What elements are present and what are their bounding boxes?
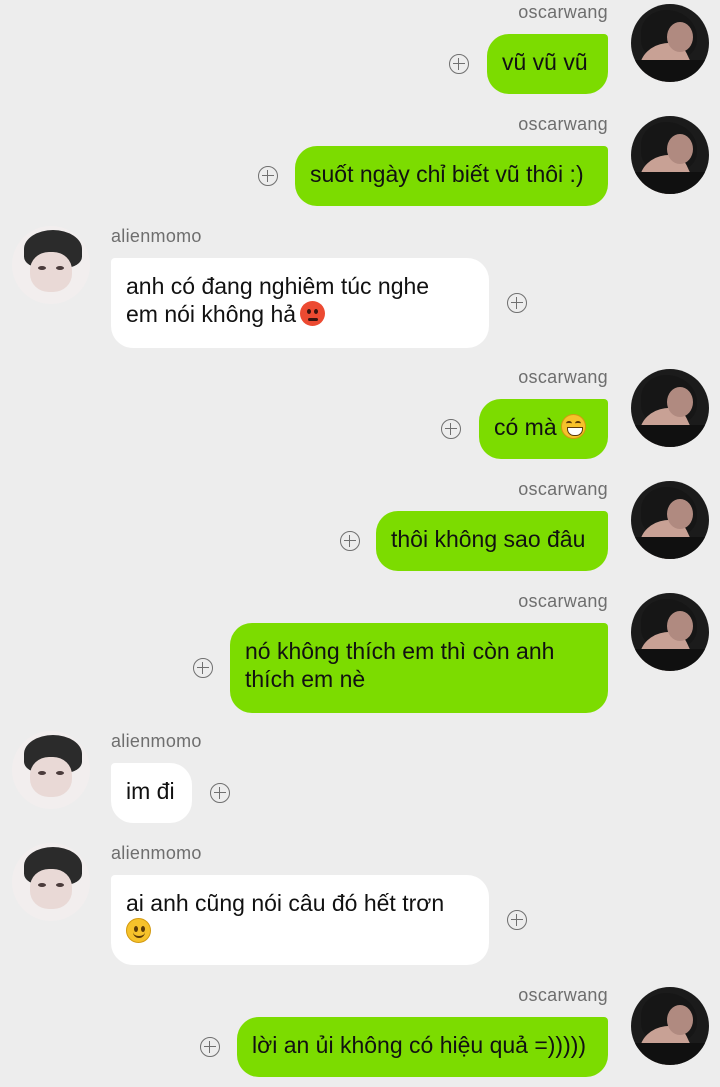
message-text: anh có đang nghiêm túc nghe: [126, 273, 430, 299]
message-text: nó không thích em thì còn anh: [245, 638, 555, 664]
sender-name: oscarwang: [518, 985, 608, 1005]
oscarwang-avatar[interactable]: [631, 369, 709, 447]
sender-name: oscarwang: [518, 367, 608, 387]
add-reaction-icon[interactable]: [507, 910, 527, 930]
message-row: alienmomo anh có đang nghiêm túc nghe em n…: [0, 226, 720, 356]
message-row: oscarwang suốt ngày chỉ biết vũ thôi :): [0, 114, 720, 214]
add-reaction-icon[interactable]: [200, 1037, 220, 1057]
message-text: thích em nè: [245, 666, 366, 692]
outgoing-message-bubble[interactable]: suốt ngày chỉ biết vũ thôi :): [295, 146, 608, 206]
message-text-line: suốt ngày chỉ biết vũ thôi :): [310, 160, 593, 188]
sender-name: alienmomo: [111, 731, 202, 751]
sender-name: alienmomo: [111, 843, 202, 863]
message-text: lời an ủi không có hiệu quả =))))): [252, 1032, 587, 1058]
outgoing-message-bubble[interactable]: thôi không sao đâu: [376, 511, 608, 571]
alienmomo-avatar[interactable]: [12, 731, 90, 809]
outgoing-message-bubble[interactable]: vũ vũ vũ: [487, 34, 608, 94]
message-text-line: em nói không hả: [126, 300, 474, 328]
sender-name: oscarwang: [518, 479, 608, 499]
message-text: thôi không sao đâu: [391, 526, 586, 552]
message-text-line: nó không thích em thì còn anh: [245, 637, 593, 665]
add-reaction-icon[interactable]: [441, 419, 461, 439]
message-row: alienmomo im đi: [0, 731, 720, 831]
grinning-face-icon: [560, 414, 586, 439]
message-text: im đi: [126, 778, 175, 804]
sender-name: oscarwang: [518, 2, 608, 22]
message-text-line: vũ vũ vũ: [502, 48, 593, 76]
oscarwang-avatar[interactable]: [631, 593, 709, 671]
smiling-face-icon: [126, 918, 151, 943]
outgoing-message-bubble[interactable]: nó không thích em thì còn anh thích em nè: [230, 623, 608, 713]
message-text-line: thích em nè: [245, 665, 593, 693]
angry-face-icon: [300, 301, 326, 326]
incoming-message-bubble[interactable]: ai anh cũng nói câu đó hết trơn: [111, 875, 489, 965]
message-text: vũ vũ vũ: [502, 49, 588, 75]
message-text-line: ai anh cũng nói câu đó hết trơn: [126, 889, 474, 917]
message-row: alienmomo ai anh cũng nói câu đó hết trơn: [0, 843, 720, 973]
incoming-message-bubble[interactable]: im đi: [111, 763, 192, 823]
oscarwang-avatar[interactable]: [631, 4, 709, 82]
sender-name: oscarwang: [518, 591, 608, 611]
message-row: oscarwang lời an ủi không có hiệu quả =))…: [0, 985, 720, 1085]
alienmomo-avatar[interactable]: [12, 843, 90, 921]
add-reaction-icon[interactable]: [193, 658, 213, 678]
sender-name: alienmomo: [111, 226, 202, 246]
message-row: oscarwang vũ vũ vũ: [0, 2, 720, 102]
message-row: oscarwang có mà: [0, 367, 720, 467]
message-text: có mà: [494, 414, 557, 440]
message-text: suốt ngày chỉ biết vũ thôi :): [310, 161, 584, 187]
message-text: ai anh cũng nói câu đó hết trơn: [126, 890, 445, 916]
message-text: em nói không hả: [126, 301, 297, 327]
add-reaction-icon[interactable]: [210, 783, 230, 803]
alienmomo-avatar[interactable]: [12, 226, 90, 304]
message-text-line: anh có đang nghiêm túc nghe: [126, 272, 474, 300]
add-reaction-icon[interactable]: [340, 531, 360, 551]
message-text-line: có mà: [494, 413, 593, 441]
message-row: oscarwang nó không thích em thì còn anh th…: [0, 591, 720, 721]
message-text-line: thôi không sao đâu: [391, 525, 593, 553]
outgoing-message-bubble[interactable]: lời an ủi không có hiệu quả =))))): [237, 1017, 608, 1077]
oscarwang-avatar[interactable]: [631, 987, 709, 1065]
sender-name: oscarwang: [518, 114, 608, 134]
incoming-message-bubble[interactable]: anh có đang nghiêm túc nghe em nói không …: [111, 258, 489, 348]
add-reaction-icon[interactable]: [507, 293, 527, 313]
add-reaction-icon[interactable]: [258, 166, 278, 186]
chat-view: oscarwang vũ vũ vũ oscarwang suốt ngày chỉ …: [0, 0, 720, 1087]
oscarwang-avatar[interactable]: [631, 116, 709, 194]
message-text-line: lời an ủi không có hiệu quả =))))): [252, 1031, 593, 1059]
add-reaction-icon[interactable]: [449, 54, 469, 74]
message-text-line: im đi: [126, 777, 177, 805]
message-row: oscarwang thôi không sao đâu: [0, 479, 720, 579]
outgoing-message-bubble[interactable]: có mà: [479, 399, 608, 459]
oscarwang-avatar[interactable]: [631, 481, 709, 559]
message-text-line: [126, 917, 474, 945]
